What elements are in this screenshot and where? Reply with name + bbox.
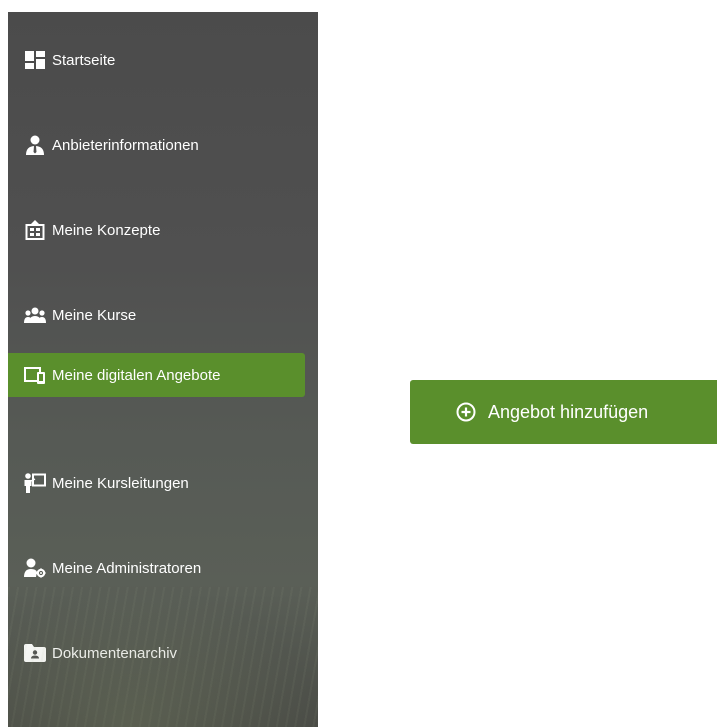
sidebar-item-label: Meine Konzepte [52, 221, 161, 239]
sidebar-item-meine-kursleitungen[interactable]: Meine Kursleitungen [8, 461, 305, 505]
sidebar-item-label: Dokumentenarchiv [52, 644, 178, 662]
plus-circle-icon [456, 402, 476, 422]
sidebar-item-label: Meine Kurse [52, 306, 137, 324]
dashboard-icon [24, 49, 46, 71]
sidebar-item-meine-konzepte[interactable]: Meine Konzepte [8, 208, 305, 252]
sidebar-item-meine-kurse[interactable]: Meine Kurse [8, 293, 305, 337]
presenter-icon [24, 472, 46, 494]
sidebar-item-startseite[interactable]: Startseite [8, 38, 305, 82]
devices-icon [24, 364, 46, 386]
sidebar-item-label: Anbieterinformationen [52, 136, 199, 154]
sidebar-item-label: Meine digitalen Angebote [52, 366, 221, 384]
group-icon [24, 304, 46, 326]
sidebar-item-label: Meine Kursleitungen [52, 474, 189, 492]
sidebar-item-meine-administratoren[interactable]: Meine Administratoren [8, 546, 305, 590]
sidebar-item-dokumentenarchiv[interactable]: Dokumentenarchiv [8, 631, 305, 675]
sidebar-item-label: Meine Administratoren [52, 559, 202, 577]
user-tie-icon [24, 134, 46, 156]
add-offer-button[interactable]: Angebot hinzufügen [410, 380, 717, 444]
building-icon [24, 219, 46, 241]
folder-id-icon [24, 642, 46, 664]
sidebar: Startseite Anbieterinformationen Meine K… [8, 12, 318, 727]
user-gear-icon [24, 557, 46, 579]
sidebar-item-meine-digitalen-angebote[interactable]: Meine digitalen Angebote [8, 353, 305, 397]
add-offer-button-label: Angebot hinzufügen [488, 401, 649, 422]
sidebar-item-anbieterinformationen[interactable]: Anbieterinformationen [8, 123, 305, 167]
sidebar-item-label: Startseite [52, 51, 116, 69]
